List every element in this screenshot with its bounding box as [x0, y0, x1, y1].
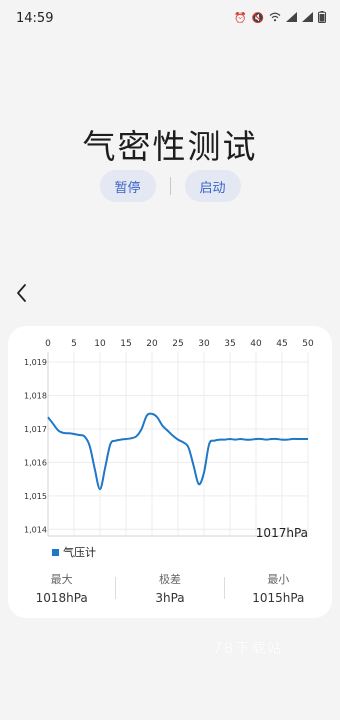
stat-max: 最大 1018hPa	[8, 571, 115, 605]
x-tick-label: 30	[198, 339, 210, 349]
back-button[interactable]	[14, 282, 34, 304]
stat-max-value: 1018hPa	[35, 591, 88, 605]
x-tick-label: 40	[250, 339, 262, 349]
y-tick-label: 1,016	[24, 458, 47, 467]
start-button[interactable]: 启动	[184, 170, 241, 202]
pressure-chart: 0 5 10 15 20 25 30 35 40 45 50 1,019 1,018 1,017 1,016…	[24, 339, 314, 537]
x-tick-label: 35	[224, 339, 235, 349]
alarm-icon: ⏰	[234, 12, 247, 24]
action-divider	[169, 177, 171, 195]
x-tick-label: 5	[71, 339, 77, 349]
y-tick-label: 1,017	[24, 425, 47, 434]
chevron-left-icon	[17, 284, 26, 302]
stats-row: 最大 1018hPa 极差 3hPa 最小 1015hPa	[8, 568, 332, 608]
x-tick-label: 15	[120, 339, 131, 349]
y-tick-label: 1,018	[24, 391, 47, 400]
stat-max-label: 最大	[50, 573, 73, 586]
status-icons: ⏰ 🔇	[234, 10, 326, 26]
stat-min: 最小 1015hPa	[225, 571, 332, 605]
stat-range-value: 3hPa	[155, 591, 185, 605]
y-tick-label: 1,019	[24, 358, 47, 367]
y-tick-label: 1,014	[24, 525, 47, 534]
y-tick-label: 1,015	[24, 492, 47, 501]
legend-label: 气压计	[63, 546, 96, 559]
x-tick-label: 45	[276, 339, 287, 349]
battery-icon	[318, 10, 326, 26]
x-tick-label: 20	[146, 339, 158, 349]
watermark-text: 7B下载站	[213, 641, 284, 657]
chart-legend: 气压计	[52, 544, 96, 560]
current-pressure-label: 1017hPa	[255, 526, 308, 540]
x-tick-label: 50	[302, 339, 314, 349]
x-tick-label: 0	[45, 339, 51, 349]
action-bar: 暂停 启动	[0, 170, 340, 202]
stat-range: 极差 3hPa	[116, 571, 223, 605]
x-tick-label: 25	[172, 339, 183, 349]
pause-button[interactable]: 暂停	[99, 170, 156, 202]
wifi-icon	[269, 12, 281, 25]
signal-icon	[302, 11, 313, 25]
legend-swatch	[52, 548, 59, 556]
stat-min-label: 最小	[267, 573, 290, 586]
page-title: 气密性测试	[82, 127, 258, 166]
signal-icon	[286, 11, 297, 25]
chart-card: 0 5 10 15 20 25 30 35 40 45 50 1,019 1,018 1,017 1,016…	[8, 326, 332, 618]
stat-min-value: 1015hPa	[252, 591, 305, 605]
status-bar: 14:59 ⏰ 🔇	[0, 0, 340, 36]
status-time: 14:59	[16, 10, 54, 26]
mute-icon: 🔇	[251, 12, 264, 24]
stat-range-label: 极差	[158, 573, 181, 586]
x-tick-label: 10	[94, 339, 106, 349]
